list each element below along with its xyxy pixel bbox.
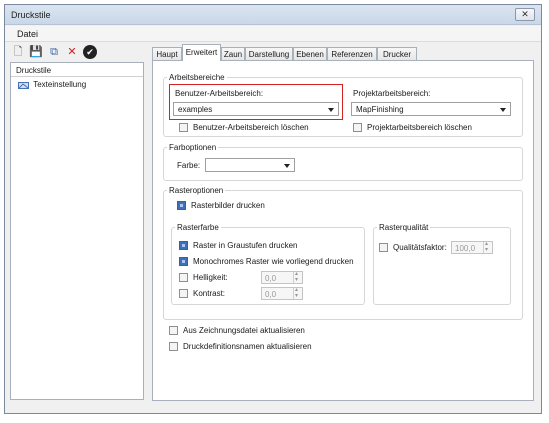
- print-style-icon: [18, 80, 29, 90]
- raster-quality-group: [373, 227, 511, 305]
- tab-erweitert[interactable]: Erweitert: [182, 44, 221, 61]
- update-from-drawing-checkbox[interactable]: [169, 326, 178, 335]
- close-button[interactable]: ✕: [515, 8, 535, 21]
- brightness-label: Helligkeit:: [193, 273, 228, 282]
- chevron-down-icon: [328, 108, 334, 112]
- update-names-checkbox[interactable]: [169, 342, 178, 351]
- title-bar: Druckstile ✕: [5, 5, 541, 25]
- print-raster-label: Rasterbilder drucken: [191, 201, 265, 210]
- user-workspace-select[interactable]: examples: [173, 102, 339, 116]
- brightness-stepper[interactable]: 0,0: [261, 270, 303, 284]
- new-icon[interactable]: 🗋: [11, 45, 25, 59]
- project-workspace-select[interactable]: MapFinishing: [351, 102, 511, 116]
- tab-darstellung[interactable]: Darstellung: [245, 47, 293, 60]
- brightness-checkbox[interactable]: [179, 273, 188, 282]
- tab-haupt[interactable]: Haupt: [152, 47, 182, 60]
- update-from-drawing-label: Aus Zeichnungsdatei aktualisieren: [183, 326, 305, 335]
- tab-content: Arbeitsbereiche Benutzer-Arbeitsbereich:…: [152, 60, 534, 401]
- grayscale-label: Raster in Graustufen drucken: [193, 241, 298, 250]
- menu-bar: Datei: [5, 26, 541, 42]
- user-workspace-clear-checkbox[interactable]: [179, 123, 188, 132]
- contrast-label: Kontrast:: [193, 289, 226, 298]
- menu-file[interactable]: Datei: [17, 29, 38, 39]
- delete-icon[interactable]: ✕: [65, 45, 79, 59]
- tab-referenzen[interactable]: Referenzen: [327, 47, 377, 60]
- grayscale-checkbox[interactable]: [179, 241, 188, 250]
- tab-drucker[interactable]: Drucker: [377, 47, 417, 60]
- raster-options-title: Rasteroptionen: [167, 186, 226, 195]
- project-workspace-clear-label: Projektarbeitsbereich löschen: [367, 123, 472, 132]
- raster-color-title: Rasterfarbe: [175, 223, 221, 232]
- user-workspace-value: examples: [178, 105, 213, 114]
- activate-icon[interactable]: ✔: [83, 45, 97, 59]
- chevron-down-icon: [284, 164, 290, 168]
- tab-ebenen[interactable]: Ebenen: [293, 47, 327, 60]
- spinner-arrows-icon: [293, 286, 302, 299]
- quality-checkbox[interactable]: [379, 243, 388, 252]
- toolbar: 🗋 💾 ⧉ ✕ ✔: [7, 43, 143, 62]
- quality-label: Qualitätsfaktor:: [393, 243, 447, 252]
- tab-zaun[interactable]: Zaun: [221, 47, 245, 60]
- contrast-stepper[interactable]: 0,0: [261, 286, 303, 300]
- color-options-title: Farboptionen: [167, 143, 219, 152]
- project-workspace-label: Projektarbeitsbereich:: [353, 89, 431, 98]
- spinner-arrows-icon: [293, 270, 302, 283]
- color-select[interactable]: [205, 158, 295, 172]
- quality-value: 100,0: [455, 244, 476, 253]
- window-title: Druckstile: [11, 10, 51, 20]
- print-raster-checkbox[interactable]: [177, 201, 186, 210]
- brightness-value: 0,0: [265, 274, 277, 283]
- contrast-value: 0,0: [265, 290, 277, 299]
- monochrome-checkbox[interactable]: [179, 257, 188, 266]
- style-list-item-label: Texteinstellung: [33, 80, 87, 90]
- save-icon[interactable]: 💾: [29, 45, 43, 59]
- spinner-arrows-icon: [483, 240, 492, 253]
- style-list-item[interactable]: Texteinstellung: [16, 80, 86, 92]
- update-names-label: Druckdefinitionsnamen aktualisieren: [183, 342, 312, 351]
- quality-stepper[interactable]: 100,0: [451, 240, 493, 254]
- contrast-checkbox[interactable]: [179, 289, 188, 298]
- project-workspace-value: MapFinishing: [356, 105, 404, 114]
- color-label: Farbe:: [177, 161, 201, 170]
- dialog-window: Druckstile ✕ Datei 🗋 💾 ⧉ ✕ ✔ Druckstile …: [4, 4, 542, 414]
- project-workspace-clear-checkbox[interactable]: [353, 123, 362, 132]
- style-list-header: Druckstile: [11, 63, 143, 77]
- workspace-group-title: Arbeitsbereiche: [167, 73, 227, 82]
- style-list-panel: Druckstile Texteinstellung: [10, 62, 144, 400]
- user-workspace-label: Benutzer-Arbeitsbereich:: [175, 89, 264, 98]
- monochrome-label: Monochromes Raster wie vorliegend drucke…: [193, 257, 354, 266]
- user-workspace-clear-label: Benutzer-Arbeitsbereich löschen: [193, 123, 309, 132]
- chevron-down-icon: [500, 108, 506, 112]
- raster-quality-title: Rasterqualität: [377, 223, 431, 232]
- copy-icon[interactable]: ⧉: [47, 45, 61, 59]
